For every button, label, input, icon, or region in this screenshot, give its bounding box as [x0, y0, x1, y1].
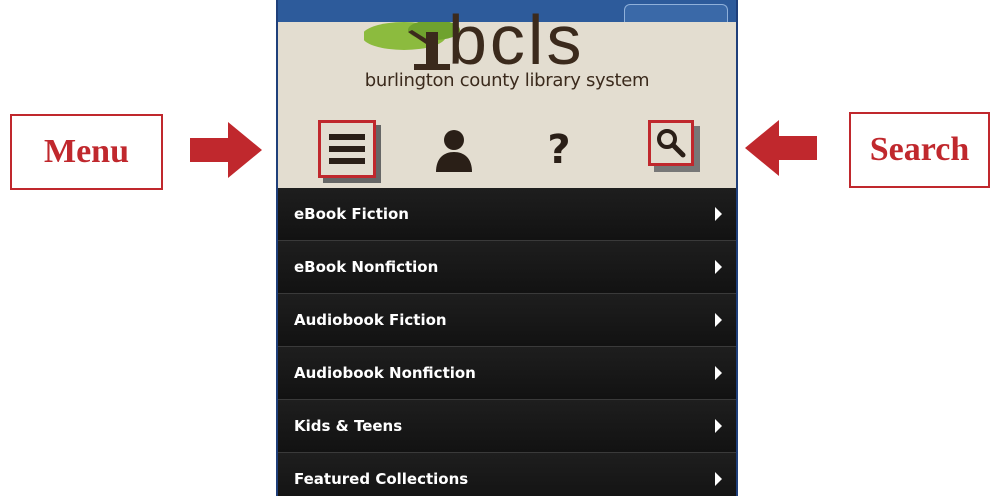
menu-item-label: Audiobook Fiction	[294, 311, 447, 329]
chevron-right-icon	[715, 419, 722, 433]
help-button[interactable]: ?	[531, 122, 587, 178]
account-button[interactable]	[426, 122, 482, 178]
menu-item-audiobook-nonfiction[interactable]: Audiobook Nonfiction	[278, 347, 736, 400]
menu-item-ebook-fiction[interactable]: eBook Fiction	[278, 188, 736, 241]
search-callout: Search	[849, 112, 990, 188]
category-menu: eBook Fiction eBook Nonfiction Audiobook…	[278, 188, 736, 496]
search-button[interactable]	[648, 120, 694, 166]
chevron-right-icon	[715, 207, 722, 221]
menu-item-audiobook-fiction[interactable]: Audiobook Fiction	[278, 294, 736, 347]
library-header: bcls burlington county library system ?	[278, 1, 736, 188]
menu-item-label: Kids & Teens	[294, 417, 403, 435]
chevron-right-icon	[715, 260, 722, 274]
arrow-right-icon	[190, 122, 262, 178]
menu-item-kids-teens[interactable]: Kids & Teens	[278, 400, 736, 453]
menu-item-label: eBook Nonfiction	[294, 258, 439, 276]
search-callout-label: Search	[869, 131, 970, 168]
menu-item-ebook-nonfiction[interactable]: eBook Nonfiction	[278, 241, 736, 294]
menu-item-label: Featured Collections	[294, 470, 469, 488]
menu-button[interactable]	[318, 120, 376, 178]
chevron-right-icon	[715, 313, 722, 327]
menu-item-featured-collections[interactable]: Featured Collections	[278, 453, 736, 496]
menu-item-label: Audiobook Nonfiction	[294, 364, 476, 382]
logo-subtitle: burlington county library system	[364, 70, 650, 91]
menu-item-label: eBook Fiction	[294, 205, 409, 223]
search-icon	[657, 129, 686, 158]
user-icon	[436, 130, 472, 172]
menu-callout-label: Menu	[44, 133, 129, 170]
chevron-right-icon	[715, 366, 722, 380]
help-icon: ?	[547, 127, 571, 173]
chevron-right-icon	[715, 472, 722, 486]
menu-callout: Menu	[10, 114, 163, 190]
phone-screen: bcls burlington county library system ?	[276, 0, 738, 496]
menu-icon	[329, 134, 365, 164]
browser-tab[interactable]	[624, 4, 728, 22]
arrow-left-icon	[745, 120, 817, 176]
logo-wordmark: bcls	[448, 1, 585, 79]
